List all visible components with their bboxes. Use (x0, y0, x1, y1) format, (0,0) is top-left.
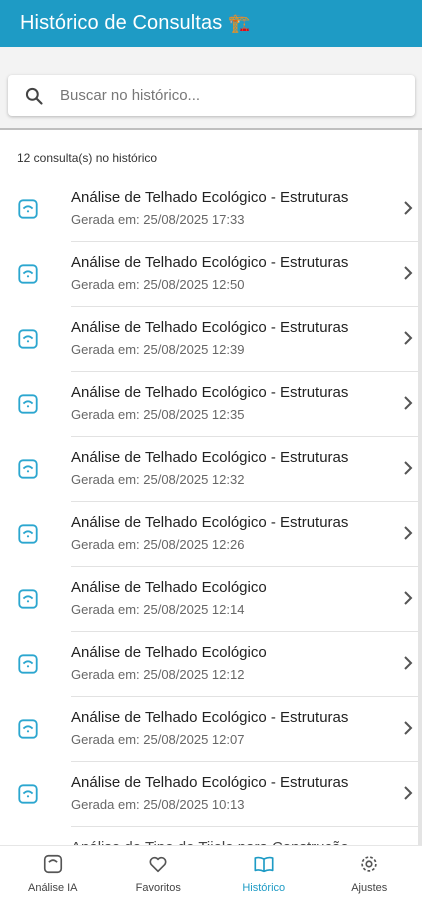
gear-icon (358, 853, 380, 880)
search-input[interactable] (60, 87, 390, 104)
analysis-icon (17, 393, 39, 415)
history-item-title: Análise de Telhado Ecológico - Estrutura… (71, 384, 349, 401)
page-title: Histórico de Consultas (20, 12, 223, 34)
construction-emoji-icon: 🏗️ (228, 13, 251, 33)
analysis-icon (17, 263, 39, 285)
history-item-text: Análise de Telhado Ecológico - Estrutura… (71, 709, 388, 747)
history-item-date: Gerada em: 25/08/2025 12:14 (71, 602, 245, 617)
analysis-icon (17, 458, 39, 480)
history-item[interactable]: Análise de Telhado Ecológico - Estrutura… (0, 177, 418, 242)
scrollbar[interactable] (418, 130, 422, 845)
chevron-right-icon (400, 717, 416, 739)
history-item-text: Análise de Telhado Ecológico Gerada em: 2… (71, 579, 388, 617)
history-item-title: Análise de Telhado Ecológico - Estrutura… (71, 514, 349, 531)
history-item[interactable]: Análise de Telhado Ecológico - Estrutura… (0, 697, 418, 762)
nav-item-analise-ia[interactable]: Análise IA (0, 846, 106, 900)
history-item-text: Análise de Telhado Ecológico - Estrutura… (71, 449, 388, 487)
chevron-right-icon (400, 327, 416, 349)
chevron-right-icon (400, 392, 416, 414)
history-item-title: Análise de Telhado Ecológico - Estrutura… (71, 254, 349, 271)
history-item-title: Análise de Telhado Ecológico - Estrutura… (71, 449, 349, 466)
chevron-right-icon (400, 522, 416, 544)
history-content: 12 consulta(s) no histórico Análise de T… (0, 130, 422, 845)
history-list: Análise de Telhado Ecológico - Estrutura… (0, 177, 418, 845)
search-icon (8, 86, 60, 106)
analysis-icon (17, 653, 39, 675)
history-item[interactable]: Análise de Tipo de Tijolo para Construçã… (0, 827, 418, 845)
history-item-title: Análise de Telhado Ecológico - Estrutura… (71, 189, 349, 206)
history-item-date: Gerada em: 25/08/2025 12:26 (71, 537, 245, 552)
history-item[interactable]: Análise de Telhado Ecológico - Estrutura… (0, 372, 418, 437)
nav-item-ajustes[interactable]: Ajustes (317, 846, 422, 900)
history-item[interactable]: Análise de Telhado Ecológico - Estrutura… (0, 307, 418, 372)
chevron-right-icon (400, 197, 416, 219)
analysis-icon (17, 523, 39, 545)
history-item-title: Análise de Telhado Ecológico - Estrutura… (71, 709, 349, 726)
chevron-right-icon (400, 652, 416, 674)
nav-item-label: Análise IA (27, 881, 78, 894)
nav-item-label: Histórico (242, 881, 286, 894)
history-item-date: Gerada em: 25/08/2025 10:13 (71, 797, 245, 812)
history-item-date: Gerada em: 25/08/2025 12:50 (71, 277, 245, 292)
history-item-text: Análise de Telhado Ecológico Gerada em: 2… (71, 644, 388, 682)
history-item-date: Gerada em: 25/08/2025 12:12 (71, 667, 245, 682)
nav-item-historico[interactable]: Histórico (211, 846, 317, 900)
chevron-right-icon (400, 587, 416, 609)
chevron-right-icon (400, 262, 416, 284)
nav-item-favoritos[interactable]: Favoritos (106, 846, 212, 900)
analysis-icon (17, 198, 39, 220)
history-item[interactable]: Análise de Telhado Ecológico - Estrutura… (0, 437, 418, 502)
history-item-title: Análise de Telhado Ecológico - Estrutura… (71, 774, 349, 791)
history-item-text: Análise de Telhado Ecológico - Estrutura… (71, 254, 388, 292)
history-item-date: Gerada em: 25/08/2025 12:07 (71, 732, 245, 747)
history-item-text: Análise de Telhado Ecológico - Estrutura… (71, 319, 388, 357)
history-item-text: Análise de Telhado Ecológico - Estrutura… (71, 514, 388, 552)
history-item[interactable]: Análise de Telhado Ecológico Gerada em: 2… (0, 567, 418, 632)
history-item-title: Análise de Telhado Ecológico (71, 644, 267, 661)
history-item[interactable]: Análise de Telhado Ecológico - Estrutura… (0, 242, 418, 307)
history-item-date: Gerada em: 25/08/2025 17:33 (71, 212, 245, 227)
history-count: 12 consulta(s) no histórico (17, 151, 158, 165)
history-item[interactable]: Análise de Telhado Ecológico Gerada em: 2… (0, 632, 418, 697)
camera-icon (42, 853, 64, 880)
nav-item-label: Ajustes (351, 881, 388, 894)
app-bar: Histórico de Consultas 🏗️ (0, 0, 422, 47)
history-item-date: Gerada em: 25/08/2025 12:35 (71, 407, 245, 422)
history-item-date: Gerada em: 25/08/2025 12:39 (71, 342, 245, 357)
search-bar[interactable] (8, 75, 415, 116)
history-item-title: Análise de Telhado Ecológico - Estrutura… (71, 319, 349, 336)
history-item-title: Análise de Telhado Ecológico (71, 579, 267, 596)
analysis-icon (17, 328, 39, 350)
analysis-icon (17, 718, 39, 740)
analysis-icon (17, 588, 39, 610)
chevron-right-icon (400, 782, 416, 804)
history-item[interactable]: Análise de Telhado Ecológico - Estrutura… (0, 762, 418, 827)
history-item-text: Análise de Telhado Ecológico - Estrutura… (71, 189, 388, 227)
nav-item-label: Favoritos (135, 881, 181, 894)
history-item[interactable]: Análise de Telhado Ecológico - Estrutura… (0, 502, 418, 567)
search-area (0, 47, 422, 130)
history-item-text: Análise de Telhado Ecológico - Estrutura… (71, 384, 388, 422)
book-icon (253, 853, 275, 880)
bottom-navigation: Análise IA Favoritos Histórico Ajustes (0, 845, 422, 900)
chevron-right-icon (400, 457, 416, 479)
analysis-icon (17, 783, 39, 805)
heart-icon (147, 853, 169, 880)
history-item-text: Análise de Telhado Ecológico - Estrutura… (71, 774, 388, 812)
history-item-date: Gerada em: 25/08/2025 12:32 (71, 472, 245, 487)
